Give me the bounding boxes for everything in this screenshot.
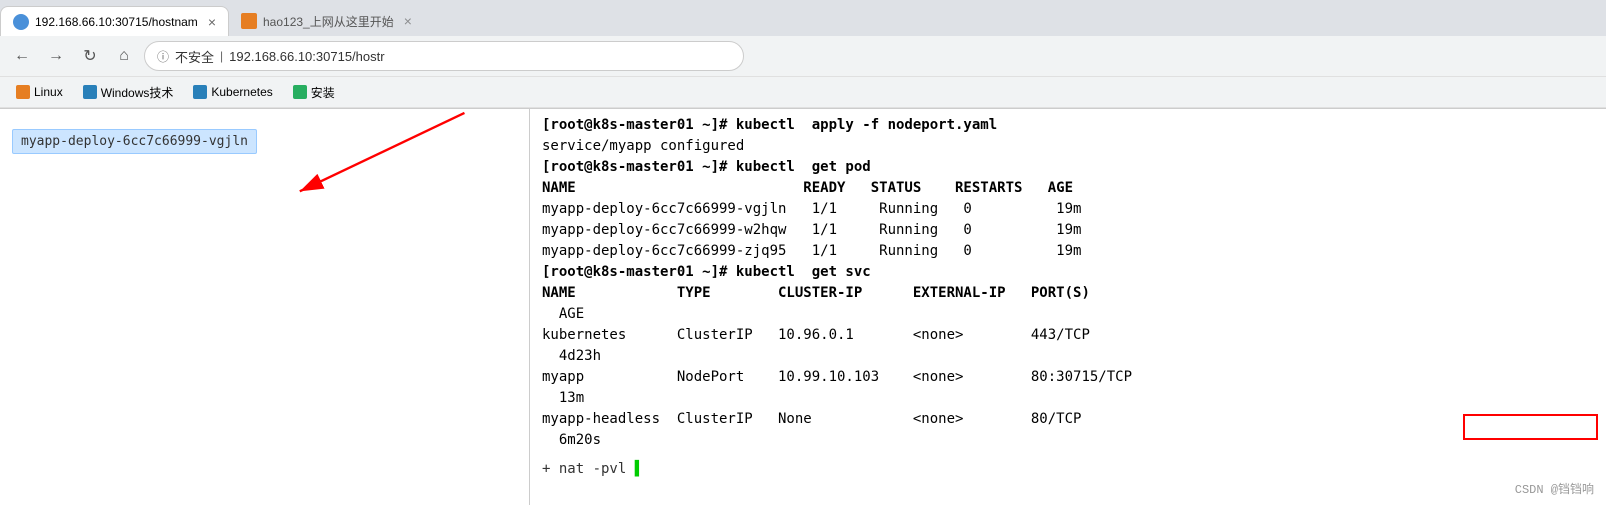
bookmark-kubernetes[interactable]: Kubernetes [185,83,280,101]
csdn-watermark: CSDN @铛铛响 [1515,480,1594,497]
tab-inactive[interactable]: hao123_上网从这里开始 × [229,6,424,36]
svc-row-headless: myapp-headless ClusterIP None <none> 80/… [542,411,1081,427]
bookmark-label-windows: Windows技术 [101,84,174,101]
insecure-label: 不安全 [175,47,214,66]
cmd-line-3: [root@k8s-master01 ~]# kubectl get svc [542,264,871,280]
main-content: myapp-deploy-6cc7c66999-vgjln [root@k8s-… [0,109,1606,505]
insecure-icon: ⓘ [157,48,169,65]
bookmark-linux[interactable]: Linux [8,83,71,101]
pod-row-3: myapp-deploy-6cc7c66999-zjq95 1/1 Runnin… [542,243,1081,259]
bookmark-label-install: 安装 [311,84,335,101]
bookmark-label-kubernetes: Kubernetes [211,85,272,99]
bookmark-icon-linux [16,85,30,99]
svc-age-myapp: 13m [542,390,584,406]
bookmark-label-linux: Linux [34,85,63,99]
pod-row-2: myapp-deploy-6cc7c66999-w2hqw 1/1 Runnin… [542,222,1081,238]
home-button[interactable]: ⌂ [110,42,138,70]
browser-page: myapp-deploy-6cc7c66999-vgjln [0,109,530,505]
tab-bar: 192.168.66.10:30715/hostnam × hao123_上网从… [0,0,1606,36]
bookmark-icon-windows [83,85,97,99]
cursor-indicator: ▌ [635,461,643,477]
bookmarks-bar: Linux Windows技术 Kubernetes 安装 [0,76,1606,108]
browser-chrome: 192.168.66.10:30715/hostnam × hao123_上网从… [0,0,1606,109]
address-bar[interactable]: ⓘ 不安全 | 192.168.66.10:30715/hostr [144,41,744,71]
tab-favicon-1 [13,14,29,30]
refresh-button[interactable]: ↻ [76,42,104,70]
terminal-panel: [root@k8s-master01 ~]# kubectl apply -f … [530,109,1606,505]
svc-row-kubernetes: kubernetes ClusterIP 10.96.0.1 <none> 44… [542,327,1090,343]
back-button[interactable]: ← [8,42,36,70]
svc-age-headless: 6m20s [542,432,601,448]
bookmark-windows[interactable]: Windows技术 [75,82,182,103]
bookmark-icon-kubernetes [193,85,207,99]
pod-name-display: myapp-deploy-6cc7c66999-vgjln [12,129,257,154]
bottom-cmd-text: + nat -pvl [542,461,626,477]
pod-row-1: myapp-deploy-6cc7c66999-vgjln 1/1 Runnin… [542,201,1081,217]
svc-row-myapp: myapp NodePort 10.99.10.103 <none> 80:30… [542,369,1132,385]
tab-close-1[interactable]: × [208,14,216,30]
arrow-overlay [0,109,529,505]
bottom-command: + nat -pvl ▌ [542,461,643,477]
bookmark-icon-install [293,85,307,99]
terminal-content: [root@k8s-master01 ~]# kubectl apply -f … [542,115,1594,451]
svc-age-kubernetes: 4d23h [542,348,601,364]
forward-button[interactable]: → [42,42,70,70]
tab-title-1: 192.168.66.10:30715/hostnam [35,15,198,29]
output-line-1: service/myapp configured [542,138,744,154]
address-bar-row: ← → ↻ ⌂ ⓘ 不安全 | 192.168.66.10:30715/host… [0,36,1606,76]
tab-favicon-2 [241,13,257,29]
tab-title-2: hao123_上网从这里开始 [263,13,394,30]
tab-close-2[interactable]: × [404,13,412,29]
pod-header: NAME READY STATUS RESTARTS AGE [542,180,1073,196]
tab-active[interactable]: 192.168.66.10:30715/hostnam × [0,6,229,36]
cmd-line-1: [root@k8s-master01 ~]# kubectl apply -f … [542,117,997,133]
cmd-line-2: [root@k8s-master01 ~]# kubectl get pod [542,159,871,175]
address-separator: | [220,49,223,63]
address-url: 192.168.66.10:30715/hostr [229,49,384,64]
svc-age-header: AGE [542,306,584,322]
bookmark-install[interactable]: 安装 [285,82,343,103]
svc-header: NAME TYPE CLUSTER-IP EXTERNAL-IP PORT(S) [542,285,1090,301]
